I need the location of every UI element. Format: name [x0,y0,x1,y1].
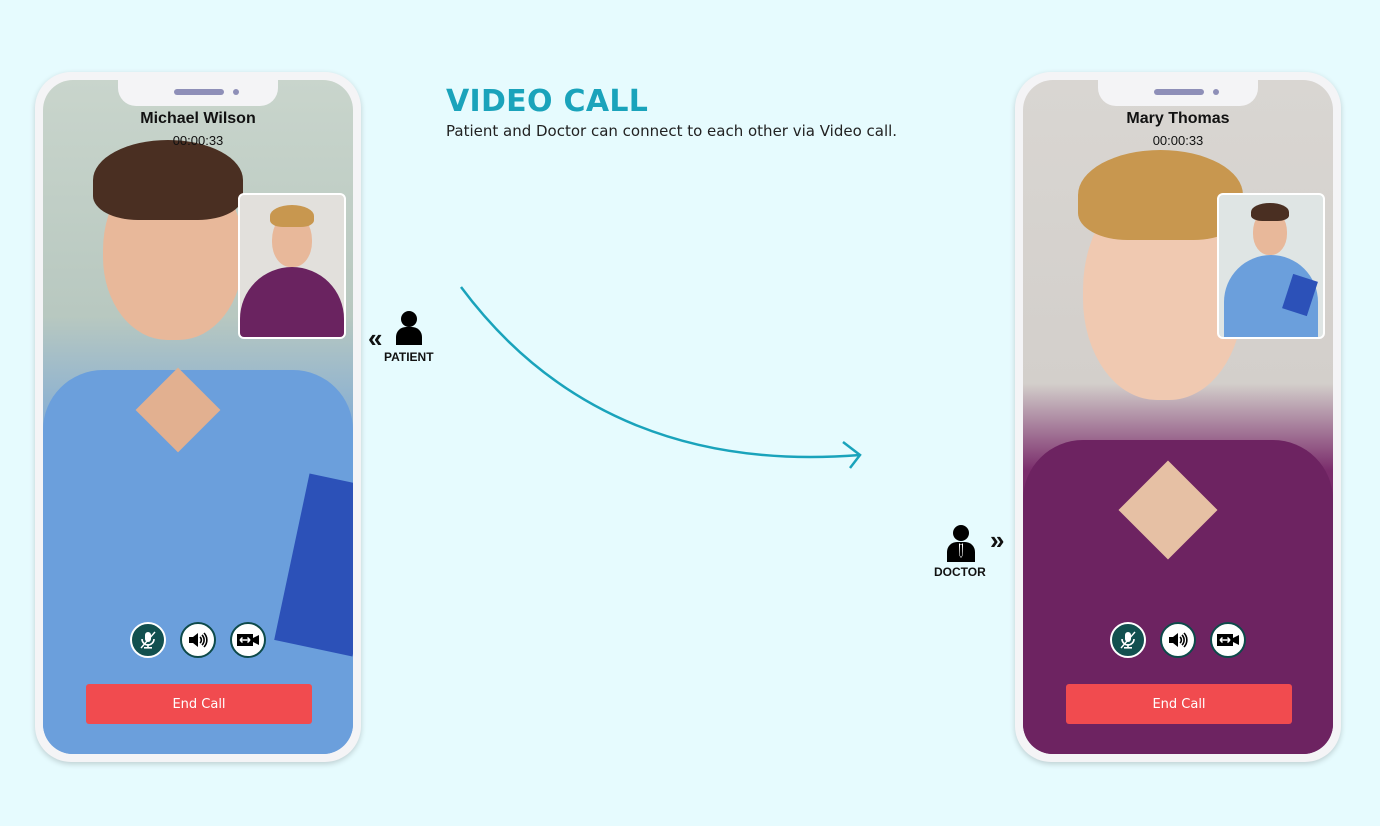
patient-icon [396,311,422,345]
call-controls [43,622,353,658]
mic-off-icon [1120,631,1136,649]
speaker-grille [1154,89,1204,95]
doctor-phone: Mary Thomas 00:00:33 End Call [1015,72,1341,762]
call-controls [1023,622,1333,658]
call-timer: 00:00:33 [172,133,224,148]
arrow-curve [459,286,861,459]
end-call-button[interactable]: End Call [1066,684,1292,724]
patient-phone: Michael Wilson 00:00:33 End Call [35,72,361,762]
patient-video-screen: Michael Wilson 00:00:33 End Call [43,80,353,754]
end-call-button[interactable]: End Call [86,684,312,724]
speaker-button[interactable] [1160,622,1196,658]
switch-camera-icon [237,634,259,646]
doctor-icon [947,525,975,562]
front-camera [233,89,239,95]
chevron-right-icon: » [990,525,1005,555]
caller-name: Michael Wilson [140,110,256,127]
doctor-video-screen: Mary Thomas 00:00:33 End Call [1023,80,1333,754]
switch-camera-button[interactable] [230,622,266,658]
call-timer: 00:00:33 [1152,133,1204,148]
mute-button[interactable] [130,622,166,658]
speaker-icon [1169,632,1188,648]
phone-notch [118,80,278,106]
self-view-pip[interactable] [238,193,346,339]
doctor-label: DOCTOR [934,565,986,579]
patient-label: PATIENT [384,350,434,364]
mute-button[interactable] [1110,622,1146,658]
switch-camera-icon [1217,634,1239,646]
speaker-button[interactable] [180,622,216,658]
mic-off-icon [140,631,156,649]
phone-notch [1098,80,1258,106]
speaker-icon [189,632,208,648]
caller-name: Mary Thomas [1126,110,1230,127]
front-camera [1213,89,1219,95]
speaker-grille [174,89,224,95]
self-view-pip[interactable] [1217,193,1325,339]
chevron-left-icon: « [368,323,383,353]
switch-camera-button[interactable] [1210,622,1246,658]
